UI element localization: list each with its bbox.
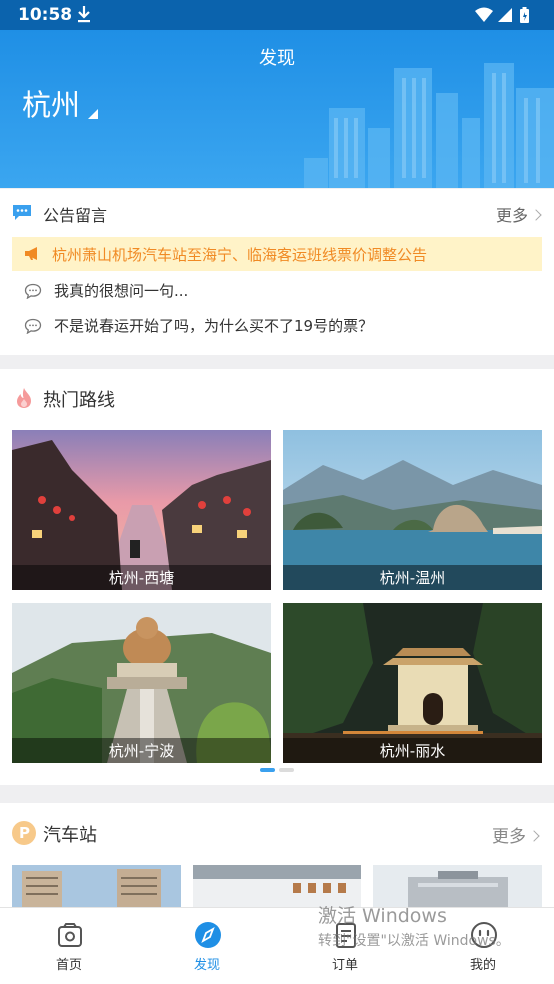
hot-routes-title: 热门路线 — [43, 390, 115, 411]
route-card[interactable]: 杭州-西塘 — [12, 430, 271, 590]
city-skyline-illustration — [304, 63, 554, 188]
flame-icon — [17, 388, 31, 408]
download-icon — [78, 6, 90, 23]
hot-routes-section: 热门路线 杭州-西塘 杭州-温州 杭州-宁波 杭州-丽水 — [0, 369, 554, 785]
system-status-icons — [475, 7, 529, 23]
bus-stations-section: P 汽车站 更多 — [0, 803, 554, 913]
chat-bubble-icon — [24, 318, 42, 334]
chevron-right-icon — [530, 209, 542, 221]
route-card[interactable]: 杭州-丽水 — [283, 603, 542, 763]
station-photo[interactable] — [193, 865, 361, 909]
stations-more-link[interactable]: 更多 — [492, 822, 540, 847]
announcement-text: 杭州萧山机场汽车站至海宁、临海客运班线票价调整公告 — [52, 246, 428, 264]
route-caption: 杭州-宁波 — [12, 738, 271, 763]
home-icon — [58, 923, 82, 947]
route-caption: 杭州-西塘 — [12, 565, 271, 590]
tab-home[interactable]: 首页 — [0, 908, 138, 984]
stations-more-label: 更多 — [492, 827, 526, 847]
message-item[interactable]: 我真的很想问一句... — [24, 280, 524, 304]
signal-icon — [498, 8, 512, 22]
discover-header: 发现 杭州 — [0, 30, 554, 188]
tab-discover-label: 发现 — [193, 958, 220, 973]
tab-orders-label: 订单 — [331, 958, 358, 973]
route-caption: 杭州-丽水 — [283, 738, 542, 763]
profile-icon — [471, 922, 497, 948]
route-label: 杭州-温州 — [379, 569, 446, 587]
bus-stations-title: 汽车站 — [43, 825, 97, 846]
pager-dot-active — [260, 768, 275, 772]
station-photo[interactable] — [12, 865, 181, 909]
city-selector[interactable]: 杭州 — [22, 82, 80, 124]
message-item[interactable]: 不是说春运开始了吗，为什么买不了19号的票？ — [24, 315, 524, 339]
status-bar: 10:58 — [0, 0, 554, 30]
order-icon — [336, 923, 356, 948]
battery-icon — [520, 7, 529, 23]
announcement-banner[interactable]: 杭州萧山机场汽车站至海宁、临海客运班线票价调整公告 — [12, 237, 542, 271]
parking-badge-icon: P — [12, 821, 36, 845]
route-card[interactable]: 杭州-温州 — [283, 430, 542, 590]
notice-more-link[interactable]: 更多 — [495, 202, 542, 226]
notice-more-label: 更多 — [495, 206, 528, 225]
status-time: 10:58 — [18, 5, 73, 25]
bottom-navigation: 首页 发现 订单 我的 — [0, 907, 554, 984]
route-label: 杭州-丽水 — [379, 742, 446, 760]
tab-discover[interactable]: 发现 — [138, 908, 276, 984]
notice-section: 公告留言 更多 杭州萧山机场汽车站至海宁、临海客运班线票价调整公告 我真的很想问… — [0, 189, 554, 355]
tab-home-label: 首页 — [55, 958, 82, 973]
carousel-pager — [260, 768, 296, 772]
message-board-icon — [13, 205, 31, 220]
chat-bubble-icon — [24, 283, 42, 299]
megaphone-icon — [25, 247, 37, 260]
route-label: 杭州-宁波 — [108, 742, 175, 760]
tab-profile[interactable]: 我的 — [414, 908, 552, 984]
chevron-right-icon — [528, 830, 540, 842]
tab-orders[interactable]: 订单 — [276, 908, 414, 984]
tab-profile-label: 我的 — [469, 958, 496, 973]
compass-icon — [195, 922, 221, 948]
city-dropdown-caret-icon[interactable] — [88, 109, 98, 119]
route-label: 杭州-西塘 — [108, 569, 175, 587]
notice-title: 公告留言 — [43, 206, 108, 225]
route-card[interactable]: 杭州-宁波 — [12, 603, 271, 763]
message-text: 不是说春运开始了吗，为什么买不了19号的票？ — [54, 317, 374, 335]
pager-dot — [279, 768, 294, 772]
wifi-icon — [475, 7, 493, 22]
route-caption: 杭州-温州 — [283, 565, 542, 590]
station-photo[interactable] — [373, 865, 542, 909]
message-text: 我真的很想问一句... — [54, 282, 189, 300]
